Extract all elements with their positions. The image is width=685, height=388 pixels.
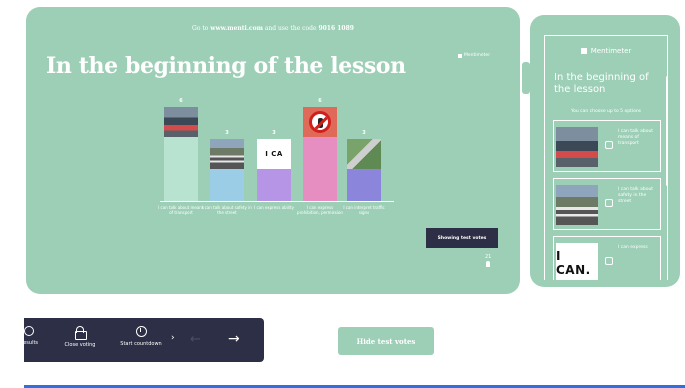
- join-mid: and use the code: [262, 25, 319, 32]
- slide-title: In the beginning of the lesson: [46, 53, 406, 79]
- bar: [164, 137, 198, 201]
- bar-label: I can talk about safety in the street: [202, 205, 252, 215]
- phone-preview: Mentimeter In the beginning of the lesso…: [530, 15, 680, 287]
- phone-brand: Mentimeter: [545, 47, 667, 55]
- option-image: [556, 185, 598, 225]
- phone-option[interactable]: I can talk about means of transport: [553, 120, 661, 172]
- phone-screen: Mentimeter In the beginning of the lesso…: [544, 35, 668, 280]
- transport-image: [164, 107, 198, 137]
- option-label: I can talk about means of transport: [618, 129, 654, 147]
- option-checkbox[interactable]: [605, 199, 613, 207]
- option-image: I CAN.: [556, 243, 598, 280]
- no-pedestrian-sign-image: [303, 107, 337, 137]
- bar: [210, 169, 244, 201]
- phone-scrollbar[interactable]: [666, 76, 667, 186]
- phone-brand-text: Mentimeter: [590, 47, 632, 55]
- option-checkbox[interactable]: [605, 257, 613, 265]
- start-countdown-label: Start countdown: [120, 341, 162, 347]
- bar-label: I can interpret traffic signs: [343, 205, 385, 215]
- brand-text: Mentimeter: [464, 53, 491, 58]
- panel-resize-handle[interactable]: [522, 62, 530, 94]
- bar-label: I can express prohibition, permission: [297, 205, 343, 215]
- next-slide-arrow-icon[interactable]: →: [228, 331, 240, 347]
- bar-label: I can talk about means of transport: [158, 205, 204, 215]
- presenter-toolbar: Results Close voting Start countdown › ←…: [20, 318, 264, 362]
- bar-count: 3: [362, 130, 366, 136]
- option-label: I can express: [618, 245, 648, 250]
- results-label: Results: [19, 340, 39, 346]
- bar-label: I can express ability: [254, 205, 294, 210]
- phone-hint: You can choose up to 5 options: [570, 109, 642, 114]
- street-image: [210, 139, 244, 169]
- close-voting-label: Close voting: [64, 342, 96, 348]
- phone-question-title: In the beginning of the lesson: [554, 72, 649, 95]
- join-instructions: Go to www.menti.com and use the code 901…: [26, 25, 520, 32]
- person-icon: [486, 261, 491, 267]
- option-image: [556, 127, 598, 167]
- phone-option[interactable]: I CAN. I can express: [553, 236, 661, 280]
- previous-slide-arrow-icon[interactable]: ←: [190, 332, 201, 347]
- results-button[interactable]: Results: [12, 326, 46, 346]
- vote-count: 21: [485, 254, 492, 260]
- join-code: 9016 1089: [318, 25, 354, 32]
- bar: [303, 137, 337, 201]
- bar-count: 6: [318, 98, 322, 104]
- hide-test-votes-button[interactable]: Hide test votes: [338, 327, 434, 355]
- bar: [347, 169, 381, 201]
- bar: [257, 169, 291, 201]
- timer-icon: [135, 326, 147, 337]
- search-icon: [24, 326, 34, 336]
- more-chevron-icon[interactable]: ›: [171, 333, 175, 343]
- lock-icon: [75, 326, 87, 340]
- start-countdown-button[interactable]: Start countdown: [116, 326, 166, 347]
- i-can-image: I CA: [257, 139, 291, 169]
- vote-counter: 21: [485, 254, 491, 267]
- bar-count: 3: [272, 130, 276, 136]
- join-url: www.menti.com: [210, 25, 263, 32]
- phone-option[interactable]: I can talk about safety in the street: [553, 178, 661, 230]
- bar-count: 3: [225, 130, 229, 136]
- presentation-slide: Go to www.menti.com and use the code 901…: [26, 7, 520, 294]
- mentimeter-icon: [580, 48, 587, 54]
- chart-baseline: [160, 201, 394, 202]
- option-checkbox[interactable]: [605, 141, 613, 149]
- traffic-sign-image: [347, 139, 381, 169]
- option-label: I can talk about safety in the street: [618, 187, 654, 205]
- close-voting-button[interactable]: Close voting: [60, 326, 100, 348]
- showing-test-votes-button[interactable]: Showing test votes: [426, 228, 498, 248]
- join-prefix: Go to: [192, 25, 211, 32]
- bar-count: 6: [179, 98, 183, 104]
